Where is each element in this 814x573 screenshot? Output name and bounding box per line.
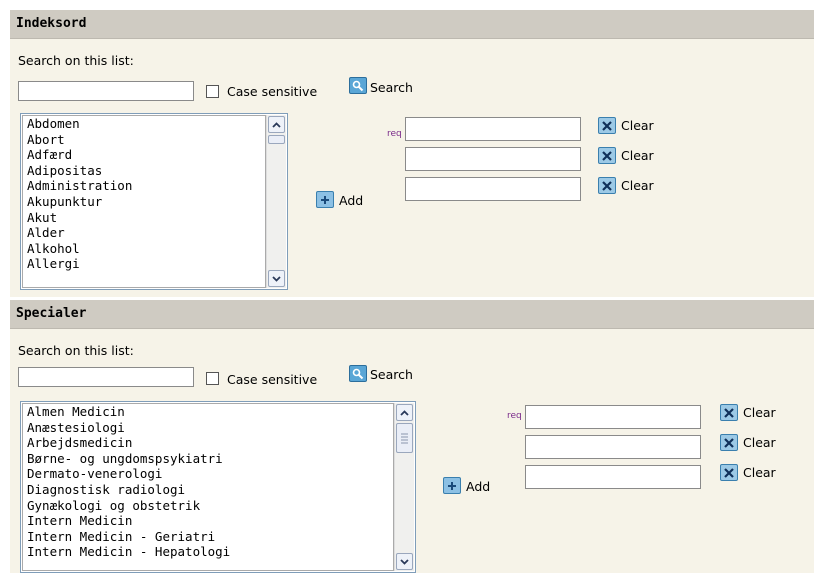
section-header: Indeksord — [10, 10, 814, 39]
clear-button-label[interactable]: Clear — [743, 465, 776, 480]
selected-field-3[interactable] — [525, 465, 701, 489]
clear-button-2[interactable] — [598, 147, 616, 164]
clear-button-label[interactable]: Clear — [743, 435, 776, 450]
section-header: Specialer — [10, 300, 814, 329]
search-button[interactable] — [349, 365, 367, 382]
plus-icon — [448, 481, 456, 490]
scrollbar[interactable] — [394, 403, 414, 571]
clear-button-3[interactable] — [598, 177, 616, 194]
list-item[interactable]: Adipositas — [23, 163, 265, 179]
add-button-label[interactable]: Add — [339, 193, 363, 208]
section-title: Specialer — [16, 306, 87, 321]
list-item[interactable]: Almen Medicin — [23, 404, 393, 420]
search-button[interactable] — [349, 77, 367, 94]
required-marker: req — [507, 411, 522, 421]
clear-button-label[interactable]: Clear — [621, 118, 654, 133]
scroll-down-button[interactable] — [268, 270, 285, 287]
listbox-options: Abdomen Abort Adfærd Adipositas Administ… — [22, 115, 266, 288]
list-item[interactable]: Akupunktur — [23, 194, 265, 210]
grip-icon — [401, 433, 408, 444]
clear-button-label[interactable]: Clear — [621, 178, 654, 193]
required-marker: req — [387, 129, 402, 139]
chevron-down-icon — [272, 275, 281, 282]
search-input[interactable] — [18, 367, 194, 387]
add-button-label[interactable]: Add — [466, 479, 490, 494]
scroll-up-button[interactable] — [268, 116, 285, 133]
scroll-thumb[interactable] — [268, 135, 285, 144]
search-icon — [352, 368, 364, 379]
list-item[interactable]: Alder — [23, 225, 265, 241]
list-item[interactable]: Anæstesiologi — [23, 420, 393, 436]
list-item[interactable]: Dermato-venerologi — [23, 466, 393, 482]
close-icon — [724, 437, 734, 448]
search-label: Search on this list: — [18, 53, 134, 68]
list-item[interactable]: Allergi — [23, 256, 265, 272]
list-item[interactable]: Abdomen — [23, 116, 265, 132]
selected-field-1[interactable] — [405, 117, 581, 141]
list-item[interactable]: Adfærd — [23, 147, 265, 163]
clear-button-1[interactable] — [598, 117, 616, 134]
scroll-up-button[interactable] — [396, 404, 413, 421]
selected-field-2[interactable] — [405, 147, 581, 171]
close-icon — [602, 150, 612, 161]
case-sensitive-checkbox[interactable] — [206, 372, 219, 385]
chevron-down-icon — [400, 558, 409, 565]
case-sensitive-label: Case sensitive — [227, 84, 318, 99]
close-icon — [602, 120, 612, 131]
list-item[interactable]: Akut — [23, 210, 265, 226]
listbox-options: Almen Medicin Anæstesiologi Arbejdsmedic… — [22, 403, 394, 571]
close-icon — [724, 407, 734, 418]
selected-field-1[interactable] — [525, 405, 701, 429]
indeksord-listbox[interactable]: Abdomen Abort Adfærd Adipositas Administ… — [20, 113, 288, 290]
selected-field-2[interactable] — [525, 435, 701, 459]
scrollbar[interactable] — [266, 115, 286, 288]
list-item[interactable]: Intern Medicin — [23, 513, 393, 529]
list-item[interactable]: Abort — [23, 132, 265, 148]
search-button-label[interactable]: Search — [370, 367, 413, 382]
selected-field-3[interactable] — [405, 177, 581, 201]
search-button-label[interactable]: Search — [370, 80, 413, 95]
close-icon — [724, 467, 734, 478]
chevron-up-icon — [400, 409, 409, 416]
specialer-listbox[interactable]: Almen Medicin Anæstesiologi Arbejdsmedic… — [20, 401, 416, 573]
clear-button-label[interactable]: Clear — [743, 405, 776, 420]
indeksord-section: Indeksord Search on this list: Case sens… — [10, 10, 814, 297]
case-sensitive-label: Case sensitive — [227, 372, 318, 387]
scroll-down-button[interactable] — [396, 553, 413, 570]
add-button[interactable] — [316, 191, 334, 208]
specialer-section: Specialer Search on this list: Case sens… — [10, 300, 814, 573]
plus-icon — [321, 195, 329, 204]
list-item[interactable]: Intern Medicin - Geriatri — [23, 529, 393, 545]
clear-button-3[interactable] — [720, 464, 738, 481]
list-item[interactable]: Børne- og ungdomspsykiatri — [23, 451, 393, 467]
list-item[interactable]: Administration — [23, 178, 265, 194]
close-icon — [602, 180, 612, 191]
chevron-up-icon — [272, 121, 281, 128]
list-item[interactable]: Arbejdsmedicin — [23, 435, 393, 451]
case-sensitive-checkbox[interactable] — [206, 85, 219, 98]
search-label: Search on this list: — [18, 343, 134, 358]
section-title: Indeksord — [16, 16, 87, 31]
list-item[interactable]: Gynækologi og obstetrik — [23, 498, 393, 514]
scroll-thumb[interactable] — [396, 423, 413, 453]
clear-button-1[interactable] — [720, 404, 738, 421]
search-input[interactable] — [18, 81, 194, 101]
clear-button-2[interactable] — [720, 434, 738, 451]
add-button[interactable] — [443, 477, 461, 494]
list-item[interactable]: Diagnostisk radiologi — [23, 482, 393, 498]
search-icon — [352, 80, 364, 91]
list-item[interactable]: Intern Medicin - Hepatologi — [23, 544, 393, 560]
clear-button-label[interactable]: Clear — [621, 148, 654, 163]
list-item[interactable]: Alkohol — [23, 241, 265, 257]
